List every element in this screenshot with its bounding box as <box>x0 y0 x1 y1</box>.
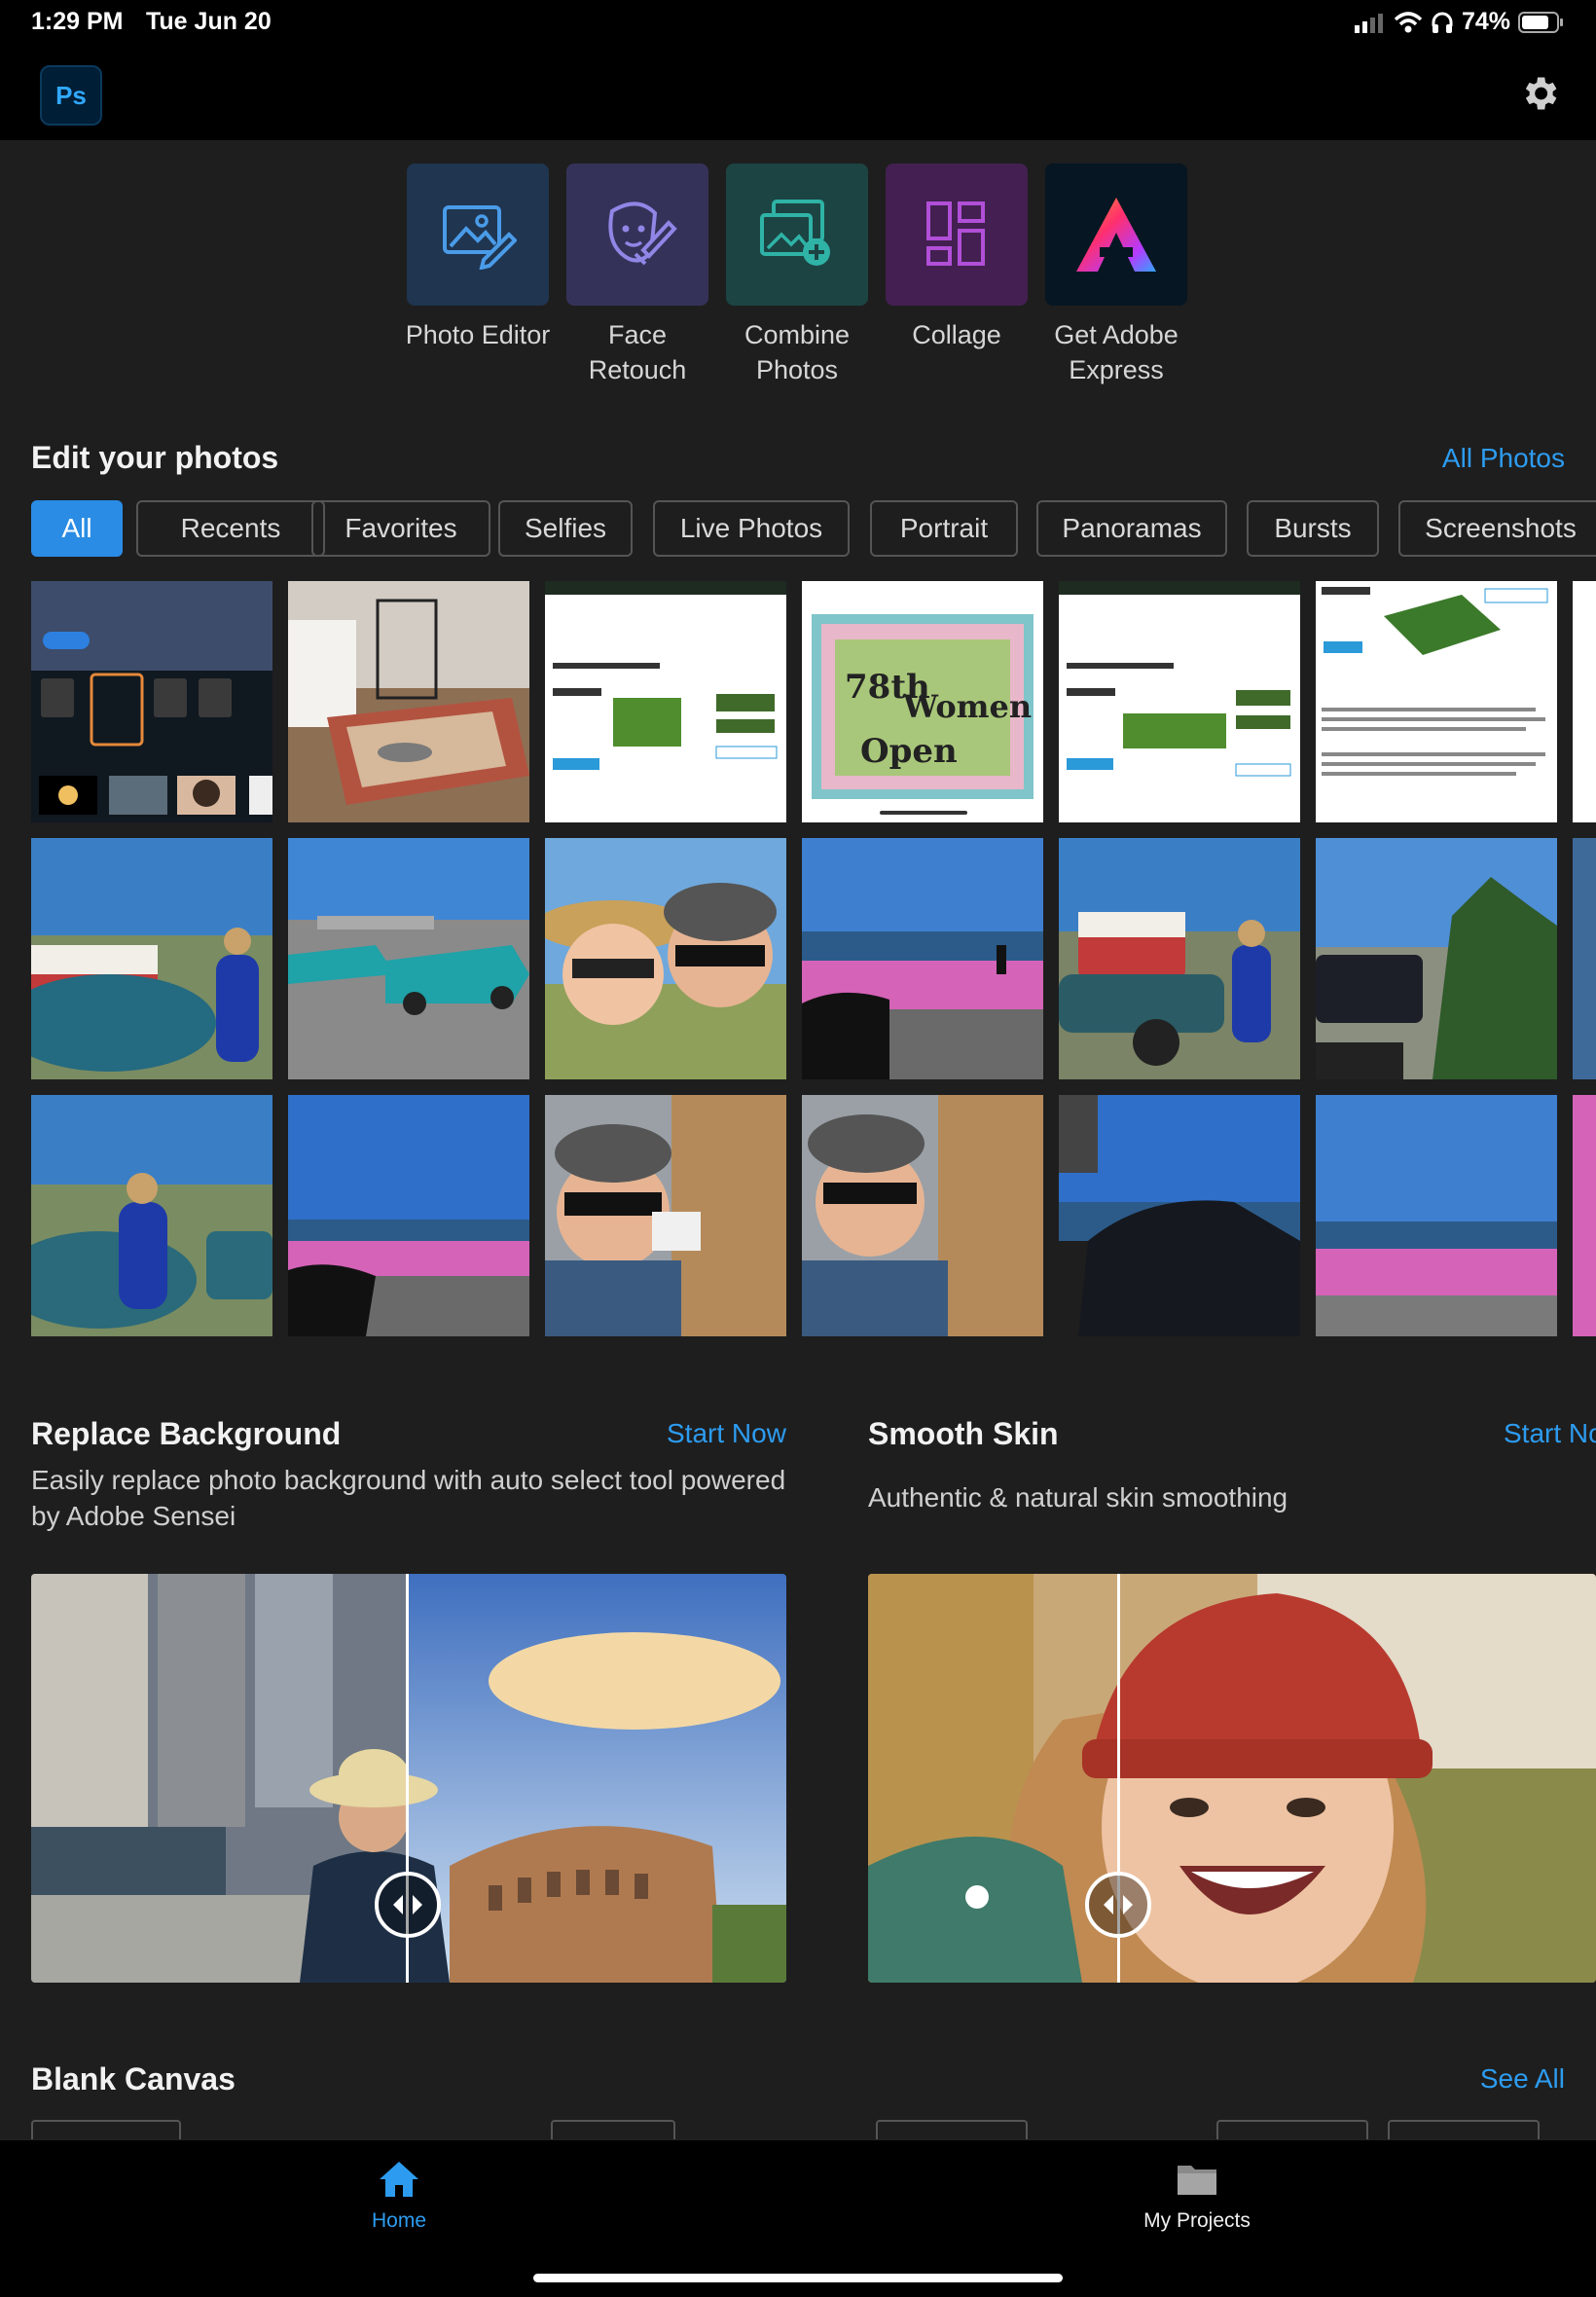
photoshop-logo[interactable]: Ps <box>40 65 102 126</box>
collage-action[interactable]: Collage <box>884 164 1030 352</box>
photo-thumbnail[interactable] <box>31 1095 272 1336</box>
photo-edit-icon[interactable] <box>407 164 549 306</box>
photo-editor-label: Photo Editor <box>405 320 551 349</box>
collage-label: Collage <box>912 320 1001 349</box>
photo-thumbnail[interactable] <box>1059 1095 1300 1336</box>
photo-thumbnail[interactable] <box>31 838 272 1079</box>
wifi-icon <box>1394 11 1423 32</box>
photo-thumbnail[interactable] <box>288 581 529 822</box>
svg-text:Women: Women <box>902 688 1032 725</box>
canvas-card[interactable] <box>876 2120 1028 2139</box>
filter-bursts[interactable]: Bursts <box>1247 500 1379 557</box>
photo-thumbnail[interactable] <box>1573 838 1596 1079</box>
photo-thumbnail[interactable] <box>31 581 272 822</box>
filter-selfies[interactable]: Selfies <box>498 500 633 557</box>
adobe-express-label: Get Adobe Express <box>1054 320 1179 384</box>
photo-thumbnail[interactable] <box>1059 838 1300 1079</box>
photo-thumbnail[interactable] <box>802 838 1043 1079</box>
smooth-skin-description: Authentic & natural skin smoothing <box>868 1482 1288 1513</box>
folder-icon <box>1178 2166 1216 2195</box>
blank-canvas-title: Blank Canvas <box>31 2061 236 2096</box>
filter-recents[interactable]: Recents <box>136 500 325 557</box>
canvas-card[interactable] <box>31 2120 181 2139</box>
smooth-skin-preview[interactable] <box>868 1574 1596 1983</box>
filter-screenshots[interactable]: Screenshots <box>1398 500 1596 557</box>
photo-thumbnail[interactable] <box>802 1095 1043 1336</box>
filter-all[interactable]: All <box>31 500 123 557</box>
all-photos-link[interactable]: All Photos <box>1442 443 1565 474</box>
combine-photos-label: Combine Photos <box>744 320 851 384</box>
photo-editor-action[interactable]: Photo Editor <box>405 164 551 352</box>
battery-percent: 74% <box>1461 8 1510 35</box>
photo-thumbnail[interactable] <box>1059 581 1300 822</box>
nav-home-label: Home <box>371 2209 427 2232</box>
signal-icon <box>1354 13 1383 33</box>
top-bar: 1:29 PM Tue Jun 20 74% Ps <box>0 0 1596 140</box>
smooth-skin-title: Smooth Skin <box>868 1416 1059 1451</box>
photo-thumbnail[interactable]: 78th Women Open <box>802 581 1043 822</box>
battery-icon <box>1518 11 1563 33</box>
home-icon <box>380 2162 418 2197</box>
filter-live-photos[interactable]: Live Photos <box>653 500 850 557</box>
photo-thumbnail[interactable] <box>1316 581 1557 822</box>
smooth-skin-start-link[interactable]: Start Now <box>1504 1418 1596 1449</box>
photo-thumbnail[interactable] <box>1573 1095 1596 1336</box>
photo-thumbnail[interactable] <box>1573 581 1596 822</box>
photo-grid: 78th Women Open <box>31 581 1596 1336</box>
replace-background-start-link[interactable]: Start Now <box>667 1418 786 1449</box>
edit-photos-title: Edit your photos <box>31 440 279 475</box>
photo-thumbnail[interactable] <box>545 1095 786 1336</box>
status-time: 1:29 PM <box>31 8 124 35</box>
canvas-card[interactable] <box>1216 2120 1368 2139</box>
status-indicators: 74% <box>1353 8 1565 36</box>
adobe-express-icon[interactable] <box>1045 164 1187 306</box>
photo-thumbnail[interactable] <box>545 838 786 1079</box>
photo-thumbnail[interactable] <box>288 1095 529 1336</box>
collage-icon[interactable] <box>886 164 1028 306</box>
face-retouch-icon[interactable] <box>566 164 708 306</box>
home-indicator <box>533 2274 1063 2282</box>
filter-chips: All Recents Favorites Selfies Live Photo… <box>31 500 1596 559</box>
nav-my-projects[interactable]: My Projects <box>1100 2160 1294 2233</box>
see-all-link[interactable]: See All <box>1480 2063 1565 2095</box>
replace-background-title: Replace Background <box>31 1416 342 1451</box>
svg-text:Open: Open <box>860 732 958 771</box>
combine-photos-action[interactable]: Combine Photos <box>724 164 870 387</box>
replace-background-description: Easily replace photo background with aut… <box>31 1465 786 1531</box>
status-bar: 1:29 PM Tue Jun 20 74% <box>31 8 1565 41</box>
face-retouch-label: Face Retouch <box>588 320 687 384</box>
photo-thumbnail[interactable] <box>288 838 529 1079</box>
filter-portrait[interactable]: Portrait <box>870 500 1018 557</box>
replace-background-preview[interactable] <box>31 1574 786 1983</box>
filter-favorites[interactable]: Favorites <box>311 500 490 557</box>
quick-actions: Photo Editor Face Retouch Combine Photos <box>0 164 1596 397</box>
canvas-card[interactable] <box>1388 2120 1540 2139</box>
canvas-card[interactable] <box>551 2120 675 2139</box>
photo-thumbnail[interactable] <box>1316 1095 1557 1336</box>
blank-canvas-strip <box>31 2120 1596 2139</box>
nav-home[interactable]: Home <box>302 2160 496 2233</box>
photo-thumbnail[interactable] <box>545 581 786 822</box>
photo-thumbnail[interactable] <box>1316 838 1557 1079</box>
nav-my-projects-label: My Projects <box>1143 2209 1251 2232</box>
status-date: Tue Jun 20 <box>146 8 272 35</box>
gear-icon[interactable] <box>1518 72 1561 115</box>
adobe-express-action[interactable]: Get Adobe Express <box>1043 164 1189 387</box>
combine-photos-icon[interactable] <box>726 164 868 306</box>
headphones-icon <box>1432 12 1453 33</box>
filter-panoramas[interactable]: Panoramas <box>1036 500 1227 557</box>
face-retouch-action[interactable]: Face Retouch <box>564 164 710 387</box>
